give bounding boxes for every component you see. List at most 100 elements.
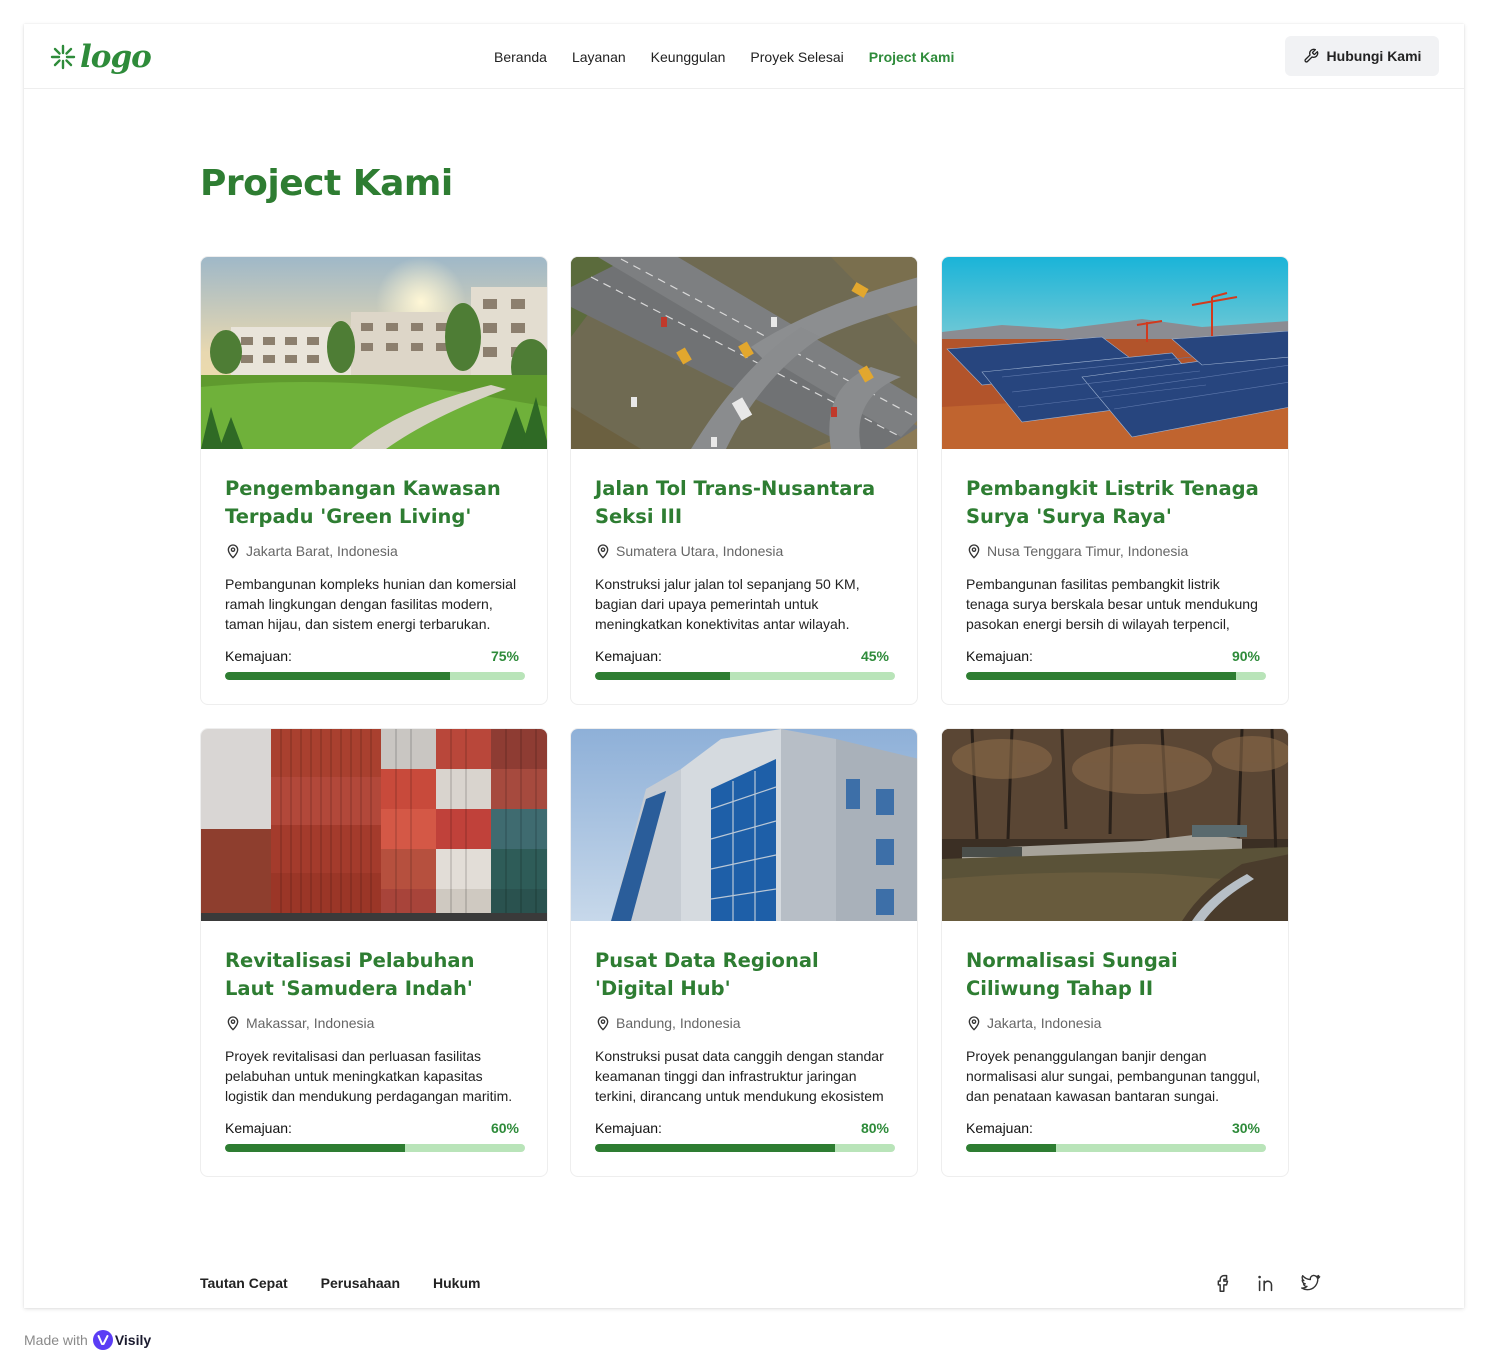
project-image [571,729,917,921]
map-pin-icon [597,544,609,559]
logo-mark-icon [50,44,76,70]
nav-keunggulan[interactable]: Keunggulan [651,48,726,66]
project-description: Proyek penanggulangan banjir dengan norm… [966,1048,1261,1104]
project-title: Jalan Tol Trans-Nusantara Seksi III [595,477,876,528]
social-links [1211,1272,1321,1294]
progress-label: Kemajuan: [595,1120,662,1136]
progress-label: Kemajuan: [595,648,662,664]
progress-bar [595,1144,895,1152]
progress-value: 60% [490,1120,519,1136]
twitter-icon[interactable] [1299,1272,1321,1294]
progress-row: Kemajuan: 75% [225,647,525,665]
footer-link-tautan-cepat[interactable]: Tautan Cepat [200,1274,288,1292]
progress-value: 45% [860,648,889,664]
project-location: Sumatera Utara, Indonesia [595,542,783,560]
progress-bar [966,1144,1266,1152]
progress-row: Kemajuan: 90% [966,647,1266,665]
project-location-text: Nusa Tenggara Timur, Indonesia [987,543,1189,559]
project-location-text: Makassar, Indonesia [246,1015,375,1031]
nav-proyek-selesai[interactable]: Proyek Selesai [750,48,843,66]
project-title: Revitalisasi Pelabuhan Laut 'Samudera In… [225,949,475,1000]
project-image [201,729,547,921]
logo-text: logo [80,39,152,75]
map-pin-icon [227,1016,239,1031]
project-location: Bandung, Indonesia [595,1014,741,1032]
progress-row: Kemajuan: 80% [595,1119,895,1137]
project-description: Konstruksi pusat data canggih dengan sta… [595,1048,884,1104]
progress-fill [595,672,730,680]
progress-fill [966,1144,1056,1152]
progress-value: 90% [1231,648,1260,664]
footer-link-hukum[interactable]: Hukum [433,1274,480,1292]
progress-row: Kemajuan: 45% [595,647,895,665]
progress-fill [966,672,1236,680]
project-title: Normalisasi Sungai Ciliwung Tahap II [966,949,1178,1000]
contact-button-label: Hubungi Kami [1326,48,1422,64]
project-card[interactable]: Jalan Tol Trans-Nusantara Seksi III Suma… [570,256,918,705]
map-pin-icon [968,1016,980,1031]
project-card[interactable]: Pengembangan Kawasan Terpadu 'Green Livi… [200,256,548,705]
nav-beranda[interactable]: Beranda [494,48,547,66]
main-nav: Beranda Layanan Keunggulan Proyek Selesa… [494,48,954,66]
map-pin-icon [597,1016,609,1031]
project-title: Pengembangan Kawasan Terpadu 'Green Livi… [225,477,501,528]
progress-row: Kemajuan: 30% [966,1119,1266,1137]
progress-bar [225,672,525,680]
visily-logo: Visily [92,1330,152,1350]
facebook-icon[interactable] [1211,1272,1233,1294]
wrench-icon [1303,48,1318,63]
project-image [201,257,547,449]
project-description: Proyek revitalisasi dan perluasan fasili… [225,1048,513,1104]
project-card[interactable]: Normalisasi Sungai Ciliwung Tahap II Jak… [941,728,1289,1177]
project-card[interactable]: Pusat Data Regional 'Digital Hub' Bandun… [570,728,918,1177]
linkedin-icon[interactable] [1255,1272,1277,1294]
project-description: Konstruksi jalur jalan tol sepanjang 50 … [595,576,860,632]
logo[interactable]: logo [50,38,152,76]
progress-fill [225,1144,405,1152]
project-title: Pembangkit Listrik Tenaga Surya 'Surya R… [966,477,1259,528]
project-location-text: Sumatera Utara, Indonesia [616,543,784,559]
made-with-badge[interactable]: Made with Visily [24,1330,151,1350]
page-title: Project Kami [200,163,453,204]
project-location-text: Jakarta, Indonesia [987,1015,1102,1031]
visily-brand: Visily [114,1332,152,1348]
project-location: Nusa Tenggara Timur, Indonesia [966,542,1188,560]
progress-value: 75% [490,648,519,664]
progress-bar [966,672,1266,680]
progress-fill [225,672,450,680]
progress-label: Kemajuan: [966,648,1033,664]
progress-value: 80% [860,1120,889,1136]
project-location-text: Jakarta Barat, Indonesia [246,543,398,559]
project-description: Pembangunan kompleks hunian dan komersia… [225,576,517,632]
nav-project-kami[interactable]: Project Kami [869,48,955,66]
project-title: Pusat Data Regional 'Digital Hub' [595,949,819,1000]
progress-label: Kemajuan: [225,648,292,664]
project-description: Pembangunan fasilitas pembangkit listrik… [966,576,1258,632]
project-location: Jakarta Barat, Indonesia [225,542,398,560]
project-card[interactable]: Revitalisasi Pelabuhan Laut 'Samudera In… [200,728,548,1177]
progress-row: Kemajuan: 60% [225,1119,525,1137]
site-header: logo Beranda Layanan Keunggulan Proyek S… [24,24,1464,89]
project-location: Makassar, Indonesia [225,1014,374,1032]
progress-label: Kemajuan: [225,1120,292,1136]
footer-links: Tautan Cepat Perusahaan Hukum [200,1274,480,1292]
project-image [942,257,1288,449]
progress-fill [595,1144,835,1152]
project-location: Jakarta, Indonesia [966,1014,1101,1032]
project-card[interactable]: Pembangkit Listrik Tenaga Surya 'Surya R… [941,256,1289,705]
progress-bar [595,672,895,680]
footer-link-perusahaan[interactable]: Perusahaan [321,1274,400,1292]
project-location-text: Bandung, Indonesia [616,1015,741,1031]
contact-button[interactable]: Hubungi Kami [1285,36,1439,76]
nav-layanan[interactable]: Layanan [572,48,626,66]
made-with-text: Made with [24,1332,88,1348]
project-image [571,257,917,449]
progress-label: Kemajuan: [966,1120,1033,1136]
page-frame: logo Beranda Layanan Keunggulan Proyek S… [24,24,1464,1308]
project-image [942,729,1288,921]
progress-bar [225,1144,525,1152]
progress-value: 30% [1231,1120,1260,1136]
map-pin-icon [968,544,980,559]
visily-mark-icon [92,1330,113,1350]
map-pin-icon [227,544,239,559]
